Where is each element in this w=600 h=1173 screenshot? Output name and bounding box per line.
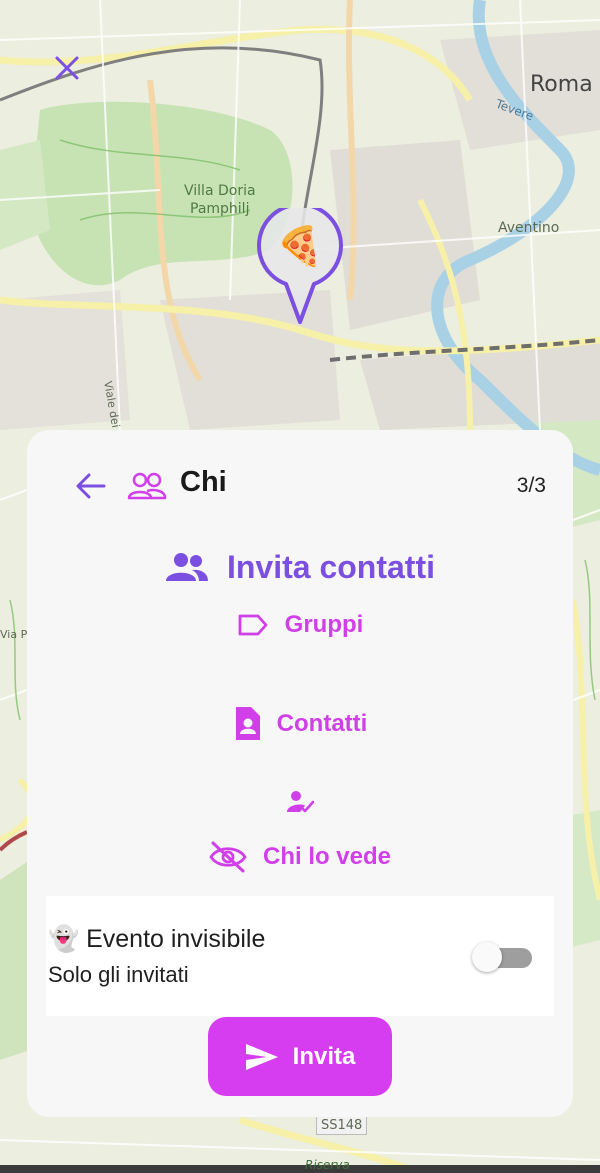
arrow-left-icon xyxy=(76,473,106,499)
bottom-sheet: Chi 3/3 Invita contatti Gruppi Contatti xyxy=(27,430,573,1117)
map-label-ss148: SS148 xyxy=(316,1116,368,1135)
send-icon xyxy=(245,1043,278,1070)
step-indicator: 3/3 xyxy=(516,474,546,497)
invisible-event-label: Evento invisibile xyxy=(86,925,266,953)
group-icon xyxy=(165,553,208,581)
back-button[interactable] xyxy=(71,468,111,504)
close-icon xyxy=(55,56,79,80)
groups-button[interactable]: Gruppi xyxy=(27,603,573,647)
person-check-icon xyxy=(287,791,314,813)
toggle-knob xyxy=(472,942,502,972)
invite-button[interactable]: Invita xyxy=(208,1017,392,1096)
groups-label: Gruppi xyxy=(284,611,364,638)
invite-label: Invita xyxy=(292,1042,356,1070)
visibility-label: Chi lo vede xyxy=(262,843,392,870)
visibility-button[interactable]: Chi lo vede xyxy=(27,835,573,879)
invite-contacts-label: Invita contatti xyxy=(226,548,435,585)
map-label-riserva: Riserva xyxy=(305,1158,350,1172)
label-tag-icon xyxy=(238,614,268,636)
page-title: Chi xyxy=(180,466,227,498)
map-label-via: Via P xyxy=(0,628,28,641)
map-label-villa-1: Villa Doria xyxy=(184,183,256,199)
contact-page-icon xyxy=(235,707,260,740)
sheet-header: Chi 3/3 xyxy=(27,430,573,540)
eye-off-icon xyxy=(209,841,247,873)
invite-contacts-heading: Invita contatti xyxy=(27,542,573,592)
ghost-emoji: 👻 xyxy=(48,925,80,953)
invisible-event-title: 👻 Evento invisibile xyxy=(48,925,265,954)
invisible-event-subtitle: Solo gli invitati xyxy=(48,962,189,987)
pizza-emoji: 🍕 xyxy=(276,224,324,268)
map-label-roma: Roma xyxy=(530,72,593,97)
invisible-event-card: 👻 Evento invisibile Solo gli invitati xyxy=(46,896,554,1016)
close-button[interactable] xyxy=(45,46,89,90)
people-outline-icon xyxy=(127,471,167,501)
invisible-event-toggle[interactable] xyxy=(472,942,532,972)
map-label-villa-2: Pamphilj xyxy=(190,201,250,217)
contacts-button[interactable]: Contatti xyxy=(27,702,573,746)
map-label-aventino: Aventino xyxy=(498,220,560,236)
pizza-marker-icon[interactable]: 🍕 xyxy=(253,208,347,326)
contacts-label: Contatti xyxy=(276,710,368,737)
selected-contacts-indicator xyxy=(27,780,573,824)
